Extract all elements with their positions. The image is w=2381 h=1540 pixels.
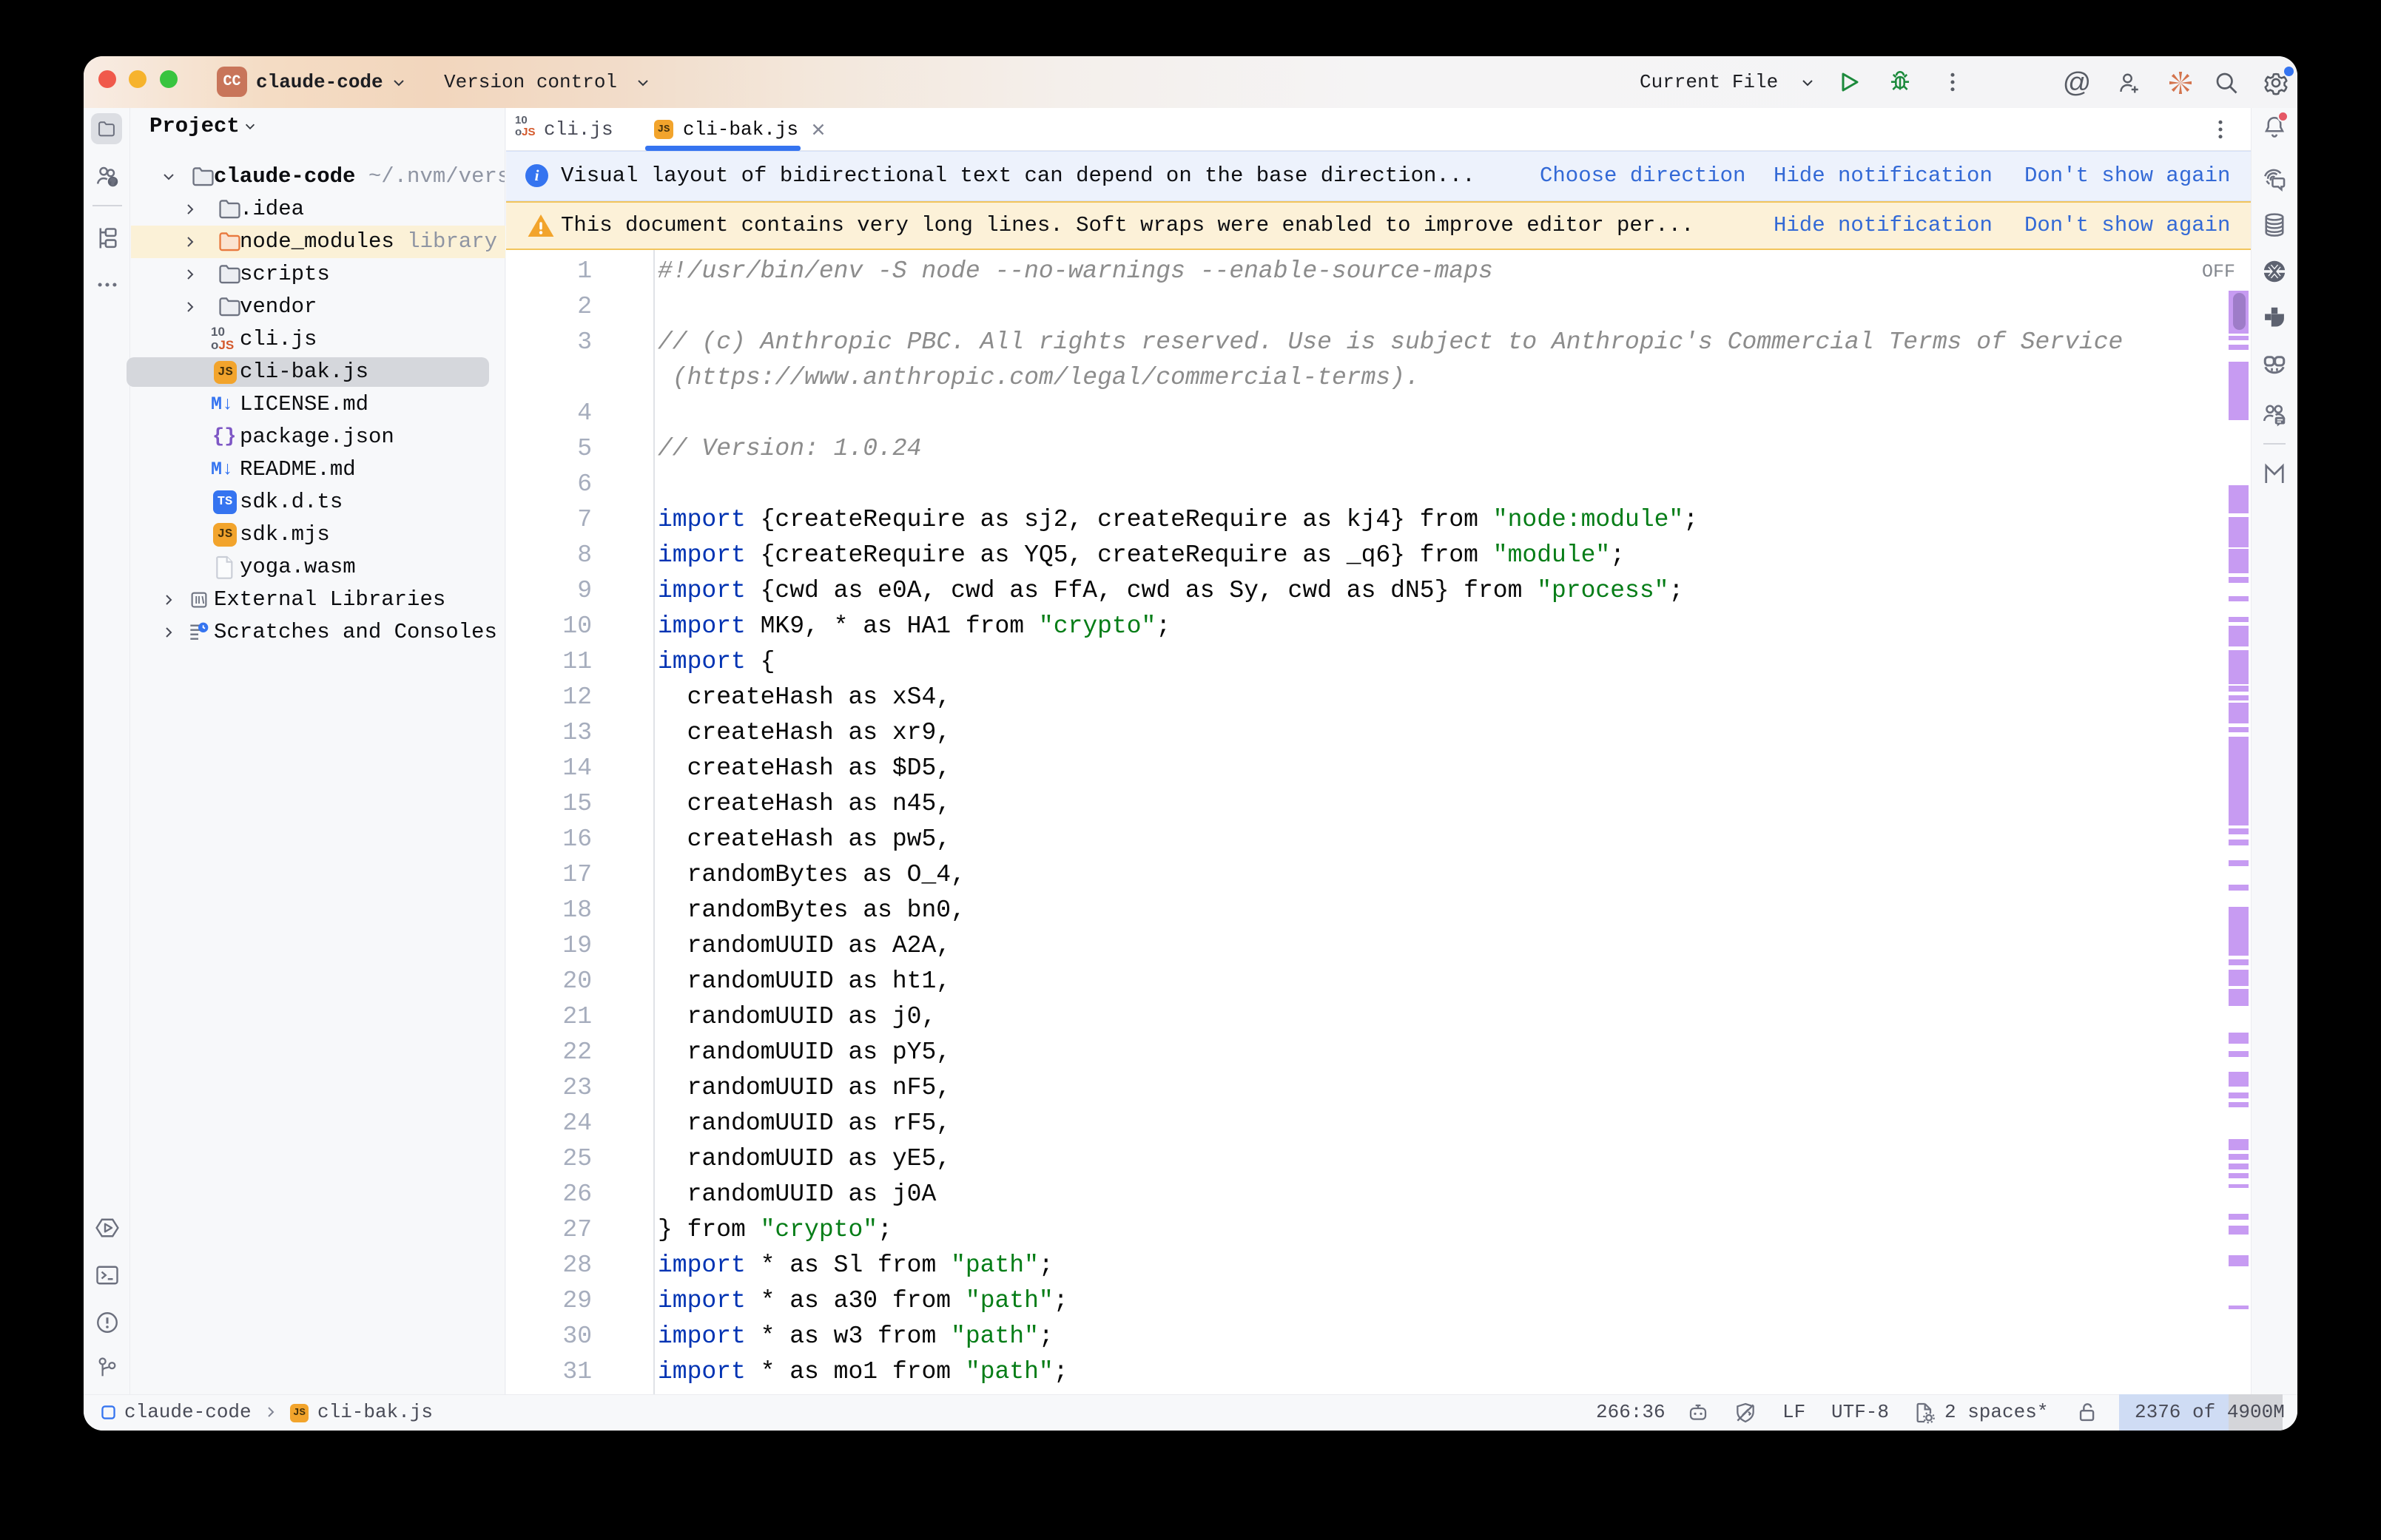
svg-text:?: ?	[110, 178, 115, 187]
